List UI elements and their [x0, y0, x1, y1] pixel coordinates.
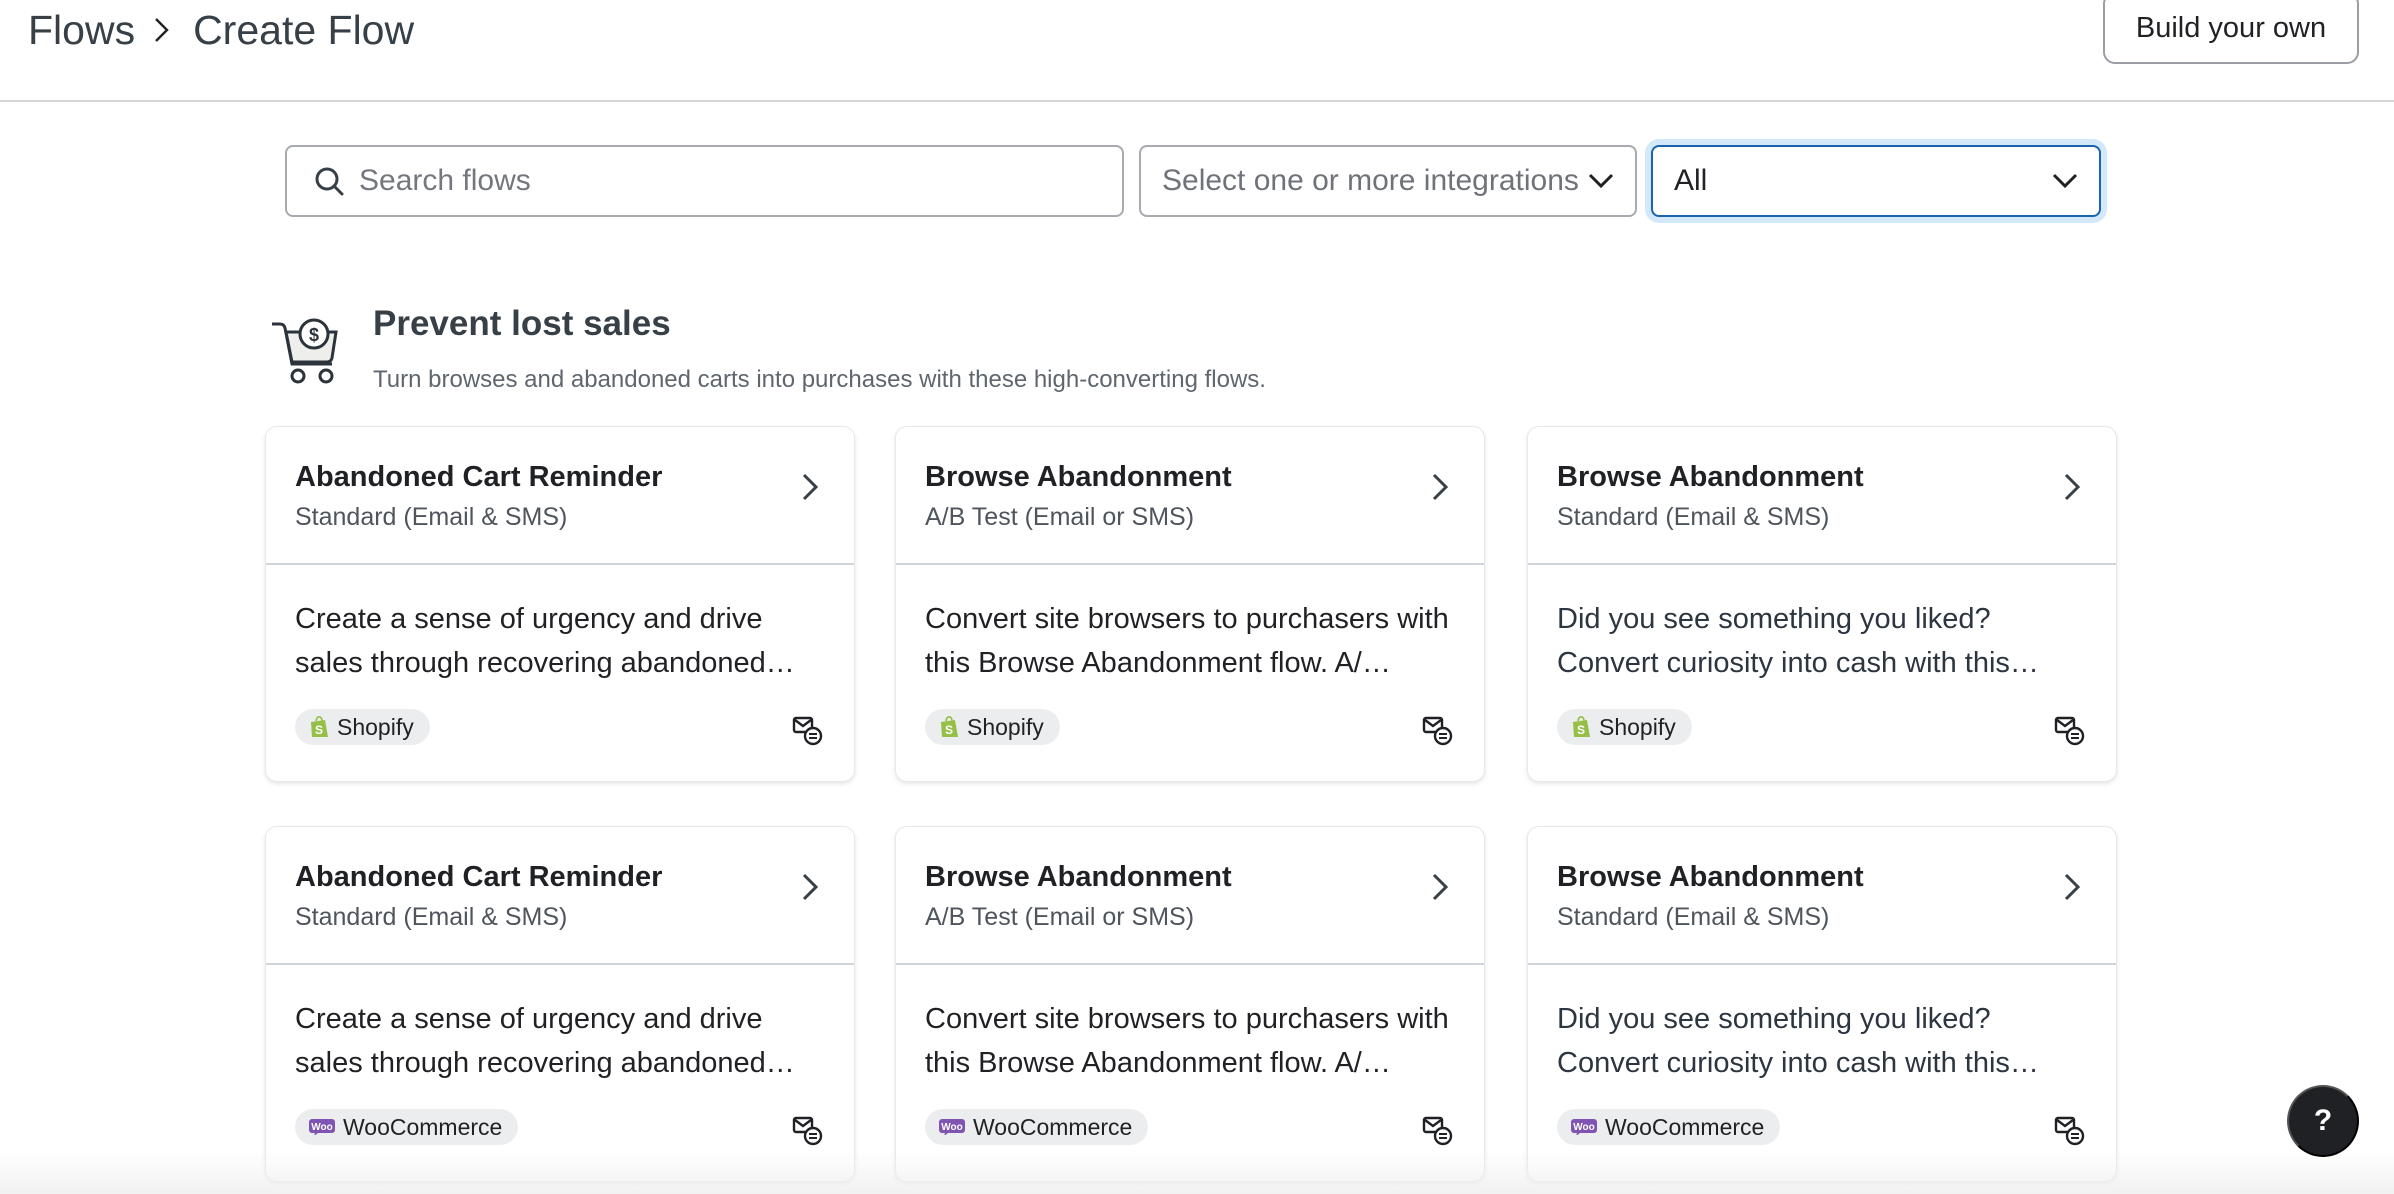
- flow-card[interactable]: Browse Abandonment A/B Test (Email or SM…: [895, 426, 1485, 782]
- shopify-icon: S: [309, 715, 329, 739]
- shopify-icon: S: [1571, 715, 1591, 739]
- category-select[interactable]: All: [1651, 145, 2101, 217]
- search-icon: [315, 167, 344, 196]
- card-description: Convert site browsers to purchasers with…: [925, 1003, 1449, 1079]
- flow-card[interactable]: Abandoned Cart Reminder Standard (Email …: [265, 426, 855, 782]
- card-header: Abandoned Cart Reminder Standard (Email …: [266, 427, 854, 565]
- chevron-right-icon: [1432, 473, 1449, 501]
- search-field[interactable]: [285, 145, 1124, 217]
- breadcrumb-flows-link[interactable]: Flows: [28, 7, 135, 54]
- integration-tag: Woo WooCommerce: [295, 1109, 519, 1145]
- chevron-right-icon: [2064, 473, 2081, 501]
- chevron-right-icon: [2064, 873, 2081, 901]
- flow-card[interactable]: Browse Abandonment A/B Test (Email or SM…: [895, 826, 1485, 1182]
- flow-card[interactable]: Browse Abandonment Standard (Email & SMS…: [1527, 826, 2117, 1182]
- card-title: Abandoned Cart Reminder: [295, 461, 663, 493]
- integration-name: Shopify: [967, 713, 1044, 740]
- chevron-right-icon: [802, 473, 819, 501]
- card-subtitle: Standard (Email & SMS): [295, 503, 568, 531]
- page-header: Flows Create Flow Build your own: [0, 0, 2394, 102]
- card-title: Abandoned Cart Reminder: [295, 861, 663, 893]
- card-description: Did you see something you liked? Convert…: [1557, 603, 2039, 679]
- chevron-right-icon: [153, 16, 171, 44]
- card-header: Browse Abandonment Standard (Email & SMS…: [1528, 427, 2116, 565]
- build-your-own-button[interactable]: Build your own: [2103, 0, 2359, 64]
- flow-card[interactable]: Abandoned Cart Reminder Standard (Email …: [265, 826, 855, 1182]
- flow-card[interactable]: Browse Abandonment Standard (Email & SMS…: [1527, 426, 2117, 782]
- woocommerce-icon: Woo: [309, 1119, 335, 1135]
- integration-tag: Woo WooCommerce: [925, 1109, 1149, 1145]
- integration-tag: S Shopify: [1557, 709, 1692, 745]
- email-sms-icon: [1422, 1116, 1453, 1146]
- integration-tag: S Shopify: [925, 709, 1060, 745]
- email-sms-icon: [2054, 716, 2085, 746]
- integration-name: WooCommerce: [1605, 1113, 1765, 1140]
- card-title: Browse Abandonment: [1557, 461, 1864, 493]
- card-subtitle: Standard (Email & SMS): [295, 903, 568, 931]
- svg-text:S: S: [945, 723, 953, 737]
- woocommerce-icon: Woo: [1571, 1119, 1597, 1135]
- svg-text:$: $: [309, 325, 319, 345]
- integrations-select[interactable]: Select one or more integrations: [1139, 145, 1637, 217]
- card-subtitle: A/B Test (Email or SMS): [925, 903, 1195, 931]
- section-title: Prevent lost sales: [373, 304, 671, 343]
- email-sms-icon: [792, 1116, 823, 1146]
- email-sms-icon: [1422, 716, 1453, 746]
- chevron-down-icon: [1588, 173, 1614, 189]
- card-description: Convert site browsers to purchasers with…: [925, 603, 1449, 679]
- integration-name: Shopify: [1599, 713, 1676, 740]
- card-title: Browse Abandonment: [925, 461, 1232, 493]
- svg-text:Woo: Woo: [311, 1122, 332, 1133]
- card-subtitle: A/B Test (Email or SMS): [925, 503, 1195, 531]
- card-header: Browse Abandonment Standard (Email & SMS…: [1528, 827, 2116, 965]
- card-subtitle: Standard (Email & SMS): [1557, 503, 1830, 531]
- chevron-right-icon: [802, 873, 819, 901]
- card-title: Browse Abandonment: [925, 861, 1232, 893]
- section-description: Turn browses and abandoned carts into pu…: [373, 366, 1266, 393]
- svg-text:S: S: [1577, 723, 1585, 737]
- integration-name: WooCommerce: [343, 1113, 503, 1140]
- email-sms-icon: [2054, 1116, 2085, 1146]
- card-header: Browse Abandonment A/B Test (Email or SM…: [896, 427, 1484, 565]
- card-description: Did you see something you liked? Convert…: [1557, 1003, 2039, 1079]
- integration-tag: Woo WooCommerce: [1557, 1109, 1781, 1145]
- breadcrumb: Flows Create Flow: [28, 0, 414, 60]
- chevron-down-icon: [2052, 173, 2078, 189]
- integration-name: WooCommerce: [973, 1113, 1133, 1140]
- card-description: Create a sense of urgency and drive sale…: [295, 603, 795, 679]
- card-subtitle: Standard (Email & SMS): [1557, 903, 1830, 931]
- card-description: Create a sense of urgency and drive sale…: [295, 1003, 795, 1079]
- email-sms-icon: [792, 716, 823, 746]
- svg-text:Woo: Woo: [941, 1122, 962, 1133]
- integrations-select-placeholder: Select one or more integrations: [1162, 164, 1579, 197]
- svg-text:Woo: Woo: [1573, 1122, 1594, 1133]
- woocommerce-icon: Woo: [939, 1119, 965, 1135]
- svg-text:S: S: [315, 723, 323, 737]
- card-header: Browse Abandonment A/B Test (Email or SM…: [896, 827, 1484, 965]
- page-title: Create Flow: [193, 6, 415, 53]
- integration-name: Shopify: [337, 713, 414, 740]
- card-title: Browse Abandonment: [1557, 861, 1864, 893]
- integration-tag: S Shopify: [295, 709, 430, 745]
- category-select-value: All: [1674, 164, 1708, 197]
- search-input[interactable]: [359, 164, 1099, 198]
- shopify-icon: S: [939, 715, 959, 739]
- help-button[interactable]: ?: [2287, 1085, 2359, 1157]
- chevron-right-icon: [1432, 873, 1449, 901]
- shopping-cart-dollar-icon: $: [272, 318, 338, 384]
- card-header: Abandoned Cart Reminder Standard (Email …: [266, 827, 854, 965]
